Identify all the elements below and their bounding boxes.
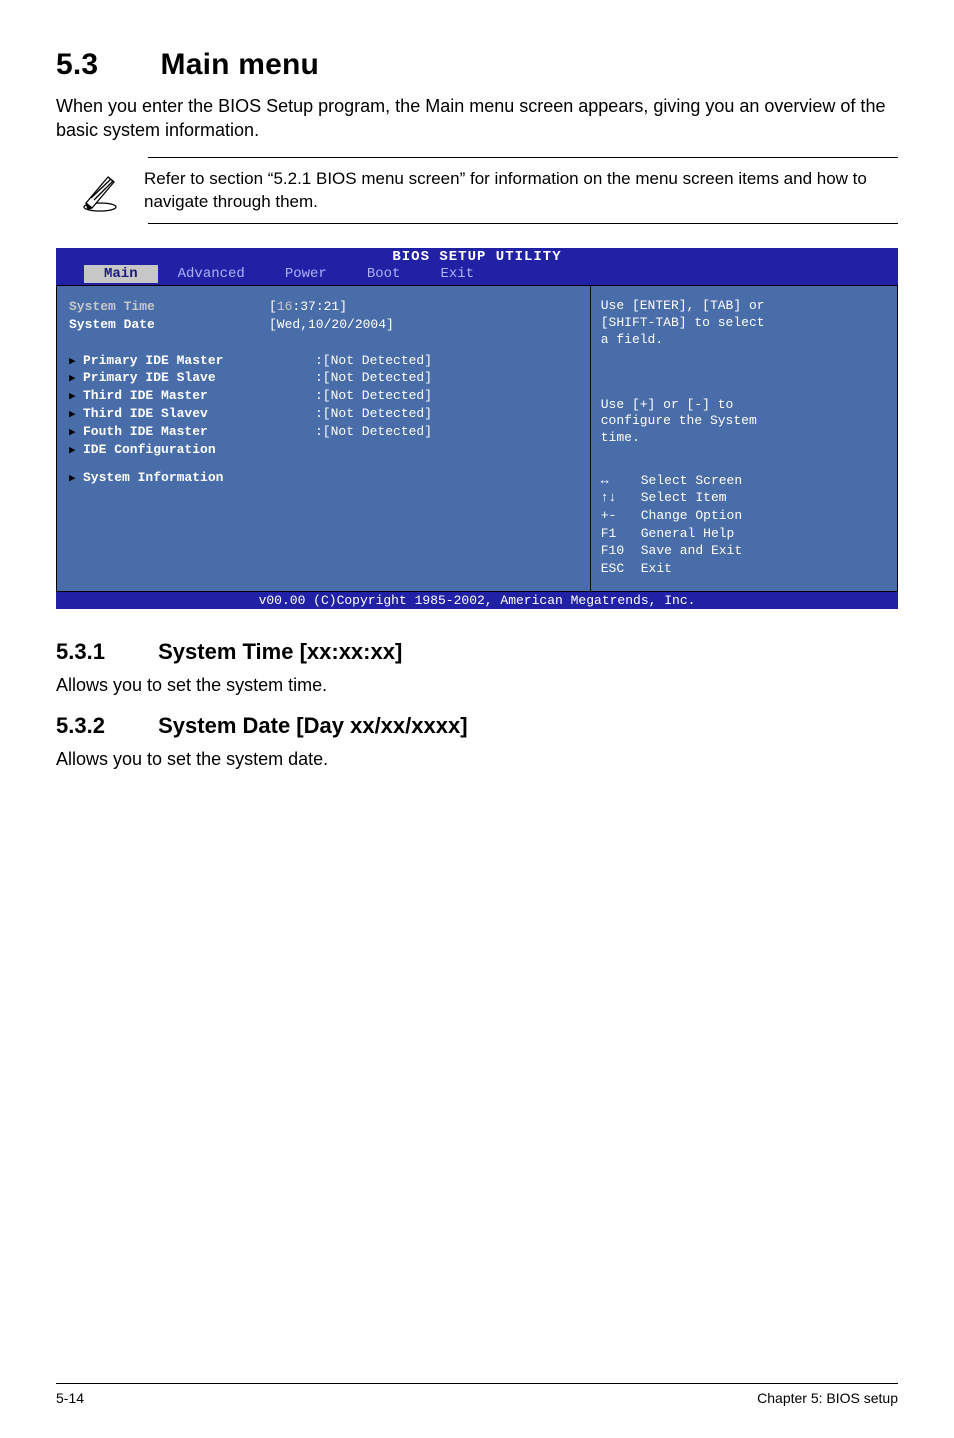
triangle-icon: ▶	[69, 472, 83, 487]
triangle-icon: ▶	[69, 408, 83, 423]
bios-row-item[interactable]: ▶Fouth IDE Master :[Not Detected]	[69, 423, 578, 441]
section-number: 5.3	[56, 48, 152, 82]
triangle-icon: ▶	[69, 372, 83, 387]
bios-row-item[interactable]: ▶IDE Configuration	[69, 441, 578, 459]
system-date-value: [Wed,10/20/2004]	[269, 316, 394, 334]
subsection-body: Allows you to set the system time.	[56, 673, 898, 697]
chapter-label: Chapter 5: BIOS setup	[757, 1390, 898, 1406]
subsection-title: System Time [xx:xx:xx]	[158, 639, 402, 664]
bios-row-item[interactable]: ▶Third IDE Master :[Not Detected]	[69, 387, 578, 405]
pencil-icon	[56, 169, 144, 213]
bios-screenshot: BIOS SETUP UTILITY Main Advanced Power B…	[56, 248, 898, 609]
bios-row-item[interactable]: ▶Primary IDE Master :[Not Detected]	[69, 352, 578, 370]
bios-help-top: Use [ENTER], [TAB] or [SHIFT-TAB] to sel…	[601, 298, 887, 349]
bios-footer: v00.00 (C)Copyright 1985-2002, American …	[56, 592, 898, 609]
bios-tab-advanced[interactable]: Advanced	[158, 265, 265, 283]
bios-help-keys: ↔Select Screen ↑↓Select Item +-Change Op…	[601, 472, 887, 577]
triangle-icon: ▶	[69, 444, 83, 459]
section-intro: When you enter the BIOS Setup program, t…	[56, 94, 898, 143]
subsection-number: 5.3.1	[56, 639, 152, 665]
triangle-icon: ▶	[69, 390, 83, 405]
bios-tab-exit[interactable]: Exit	[420, 265, 494, 283]
bios-tab-boot[interactable]: Boot	[347, 265, 421, 283]
bios-tab-power[interactable]: Power	[265, 265, 347, 283]
subsection-heading: 5.3.1 System Time [xx:xx:xx]	[56, 639, 898, 665]
section-heading: 5.3 Main menu	[56, 48, 898, 82]
bios-menubar: Main Advanced Power Boot Exit	[56, 265, 898, 285]
triangle-icon: ▶	[69, 426, 83, 441]
bios-row-item[interactable]: ▶Primary IDE Slave :[Not Detected]	[69, 369, 578, 387]
bios-row-system-date[interactable]: System Date [Wed,10/20/2004]	[69, 316, 578, 334]
system-date-label: System Date	[69, 316, 269, 334]
page-number: 5-14	[56, 1390, 84, 1406]
bios-tab-main[interactable]: Main	[84, 265, 158, 283]
bios-right-pane: Use [ENTER], [TAB] or [SHIFT-TAB] to sel…	[591, 285, 898, 592]
page-footer: 5-14 Chapter 5: BIOS setup	[56, 1383, 898, 1406]
system-time-label: System Time	[69, 298, 269, 316]
bios-help-system: Use [+] or [-] to configure the System t…	[601, 397, 887, 446]
bios-body: System Time [16:37:21] System Date [Wed,…	[56, 285, 898, 592]
subsection-title: System Date [Day xx/xx/xxxx]	[158, 713, 467, 738]
bios-title: BIOS SETUP UTILITY	[56, 248, 898, 265]
note-block: Refer to section “5.2.1 BIOS menu screen…	[148, 157, 898, 225]
triangle-icon: ▶	[69, 355, 83, 370]
subsection-body: Allows you to set the system date.	[56, 747, 898, 771]
subsection-number: 5.3.2	[56, 713, 152, 739]
system-time-value: [16:37:21]	[269, 298, 347, 316]
bios-row-item[interactable]: ▶System Information	[69, 469, 578, 487]
bios-row-item[interactable]: ▶Third IDE Slavev :[Not Detected]	[69, 405, 578, 423]
subsection-heading: 5.3.2 System Date [Day xx/xx/xxxx]	[56, 713, 898, 739]
section-title: Main menu	[161, 48, 319, 81]
bios-left-pane: System Time [16:37:21] System Date [Wed,…	[56, 285, 591, 592]
note-text: Refer to section “5.2.1 BIOS menu screen…	[144, 168, 890, 214]
bios-row-system-time[interactable]: System Time [16:37:21]	[69, 298, 578, 316]
